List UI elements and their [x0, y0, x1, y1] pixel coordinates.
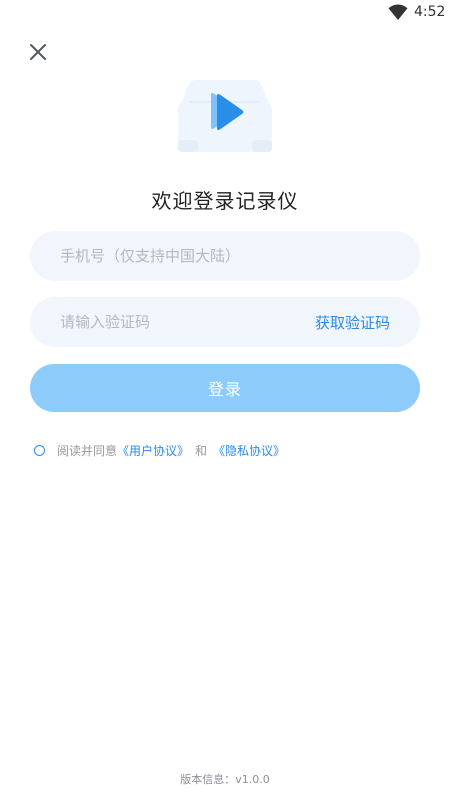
user-agreement-link[interactable]: 《用户协议》 [117, 442, 189, 459]
login-screen: 4:52 欢迎登录记录仪 获取验证码 登录 阅读并同意 《用户协议》 和 《隐私… [0, 0, 450, 800]
phone-input[interactable] [58, 246, 392, 266]
status-time: 4:52 [414, 4, 446, 20]
version-info: 版本信息：v1.0.0 [180, 773, 270, 786]
agreement-radio[interactable] [34, 444, 45, 456]
page-title: 欢迎登录记录仪 [151, 189, 299, 213]
login-button[interactable]: 登录 [30, 364, 420, 412]
privacy-agreement-link[interactable]: 《隐私协议》 [213, 442, 285, 459]
phone-field-container [30, 231, 420, 281]
agreement-prefix: 阅读并同意 [57, 443, 118, 458]
agreement-row: 阅读并同意 《用户协议》 和 《隐私协议》 [34, 440, 285, 460]
status-bar: 4:52 [0, 0, 450, 26]
get-code-button[interactable]: 获取验证码 [315, 312, 390, 333]
verification-code-input[interactable] [58, 312, 315, 332]
car-play-logo-icon [178, 80, 272, 152]
agreement-conjunction: 和 [195, 443, 208, 458]
code-field-container: 获取验证码 [30, 297, 420, 347]
close-icon[interactable] [24, 38, 52, 66]
wifi-icon [388, 4, 408, 21]
